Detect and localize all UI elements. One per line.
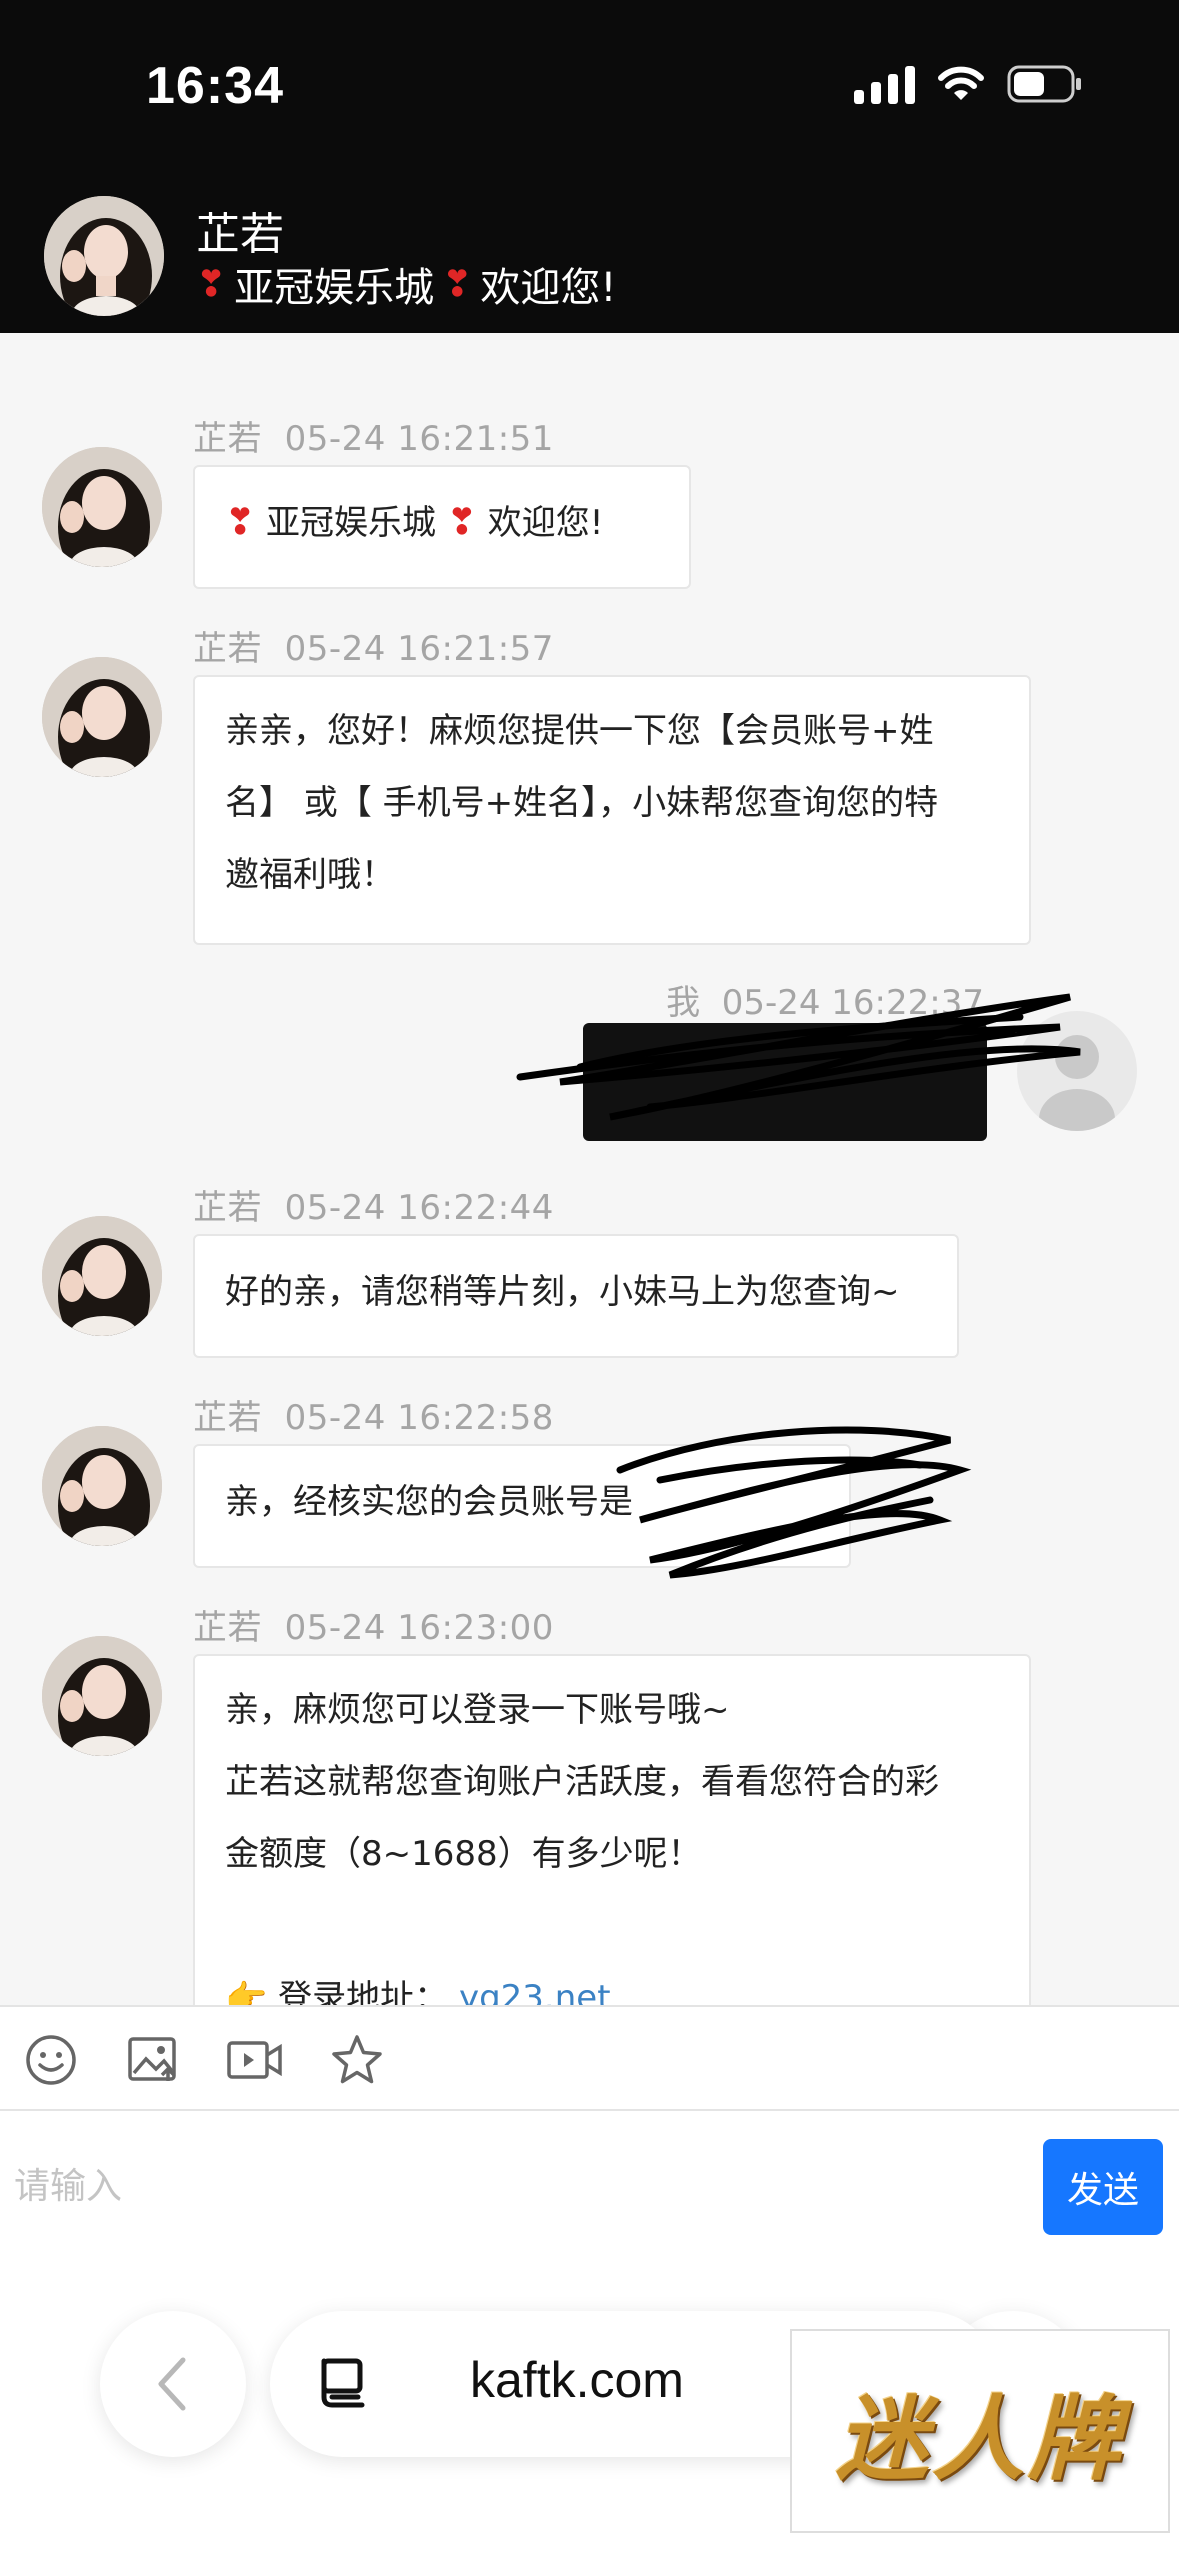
message-sender: 芷若 — [193, 1608, 262, 1648]
user-avatar — [1017, 1011, 1137, 1131]
message-line: 亲，麻烦您可以登录一下账号哦~ — [225, 1690, 730, 1730]
heart-exclamation-icon: ❣ — [225, 502, 256, 543]
message-text: 亚冠娱乐城 — [265, 503, 436, 543]
star-icon[interactable] — [328, 2031, 386, 2089]
message-meta: 芷若 05-24 16:21:57 — [193, 621, 554, 670]
back-button[interactable] — [100, 2311, 246, 2457]
message-line: 邀福利哦！ — [225, 855, 395, 895]
chat-header: 16:34 芷若 ❣ 亚冠娱乐城 ❣ 欢迎您! — [0, 0, 1179, 333]
message-meta: 我 05-24 16:22:37 — [666, 975, 984, 1024]
url-text: kaftk.com — [470, 2352, 684, 2408]
heart-exclamation-icon: ❣ — [196, 263, 227, 305]
chevron-left-icon — [158, 2357, 186, 2411]
agent-avatar — [42, 657, 162, 777]
message-text: 欢迎您! — [487, 503, 604, 543]
emoji-icon[interactable] — [22, 2031, 80, 2089]
message-text: 亲，经核实您的会员账号是 — [225, 1482, 633, 1522]
message-list[interactable]: 芷若 05-24 16:21:51 ❣ 亚冠娱乐城 ❣ 欢迎您! 芷若 05-2… — [0, 333, 1179, 2005]
pointing-hand-icon: 👉 — [225, 1978, 268, 2005]
message-time: 05-24 16:23:00 — [284, 1608, 554, 1648]
wifi-icon — [937, 64, 985, 104]
message-line: 芷若这就帮您查询账户活跃度，看看您符合的彩 — [225, 1762, 939, 1802]
message-sender: 芷若 — [193, 1188, 262, 1228]
watermark-logo: 迷人牌 — [790, 2329, 1170, 2533]
cellular-signal-icon — [854, 64, 915, 104]
watermark-text: 迷人牌 — [835, 2384, 1124, 2493]
message-sender: 芷若 — [193, 629, 262, 669]
message-bubble: 亲，麻烦您可以登录一下账号哦~ 芷若这就帮您查询账户活跃度，看看您符合的彩 金额… — [193, 1654, 1031, 2005]
message-line: 金额度（8~1688）有多少呢！ — [225, 1834, 702, 1874]
message-sender: 芷若 — [193, 1398, 262, 1438]
message-bubble: 好的亲，请您稍等片刻，小妹马上为您查询~ — [193, 1234, 959, 1358]
message-bubble: ❣ 亚冠娱乐城 ❣ 欢迎您! — [193, 465, 691, 589]
battery-icon — [1007, 64, 1083, 104]
message-input[interactable] — [14, 2151, 994, 2221]
message-meta: 芷若 05-24 16:21:51 — [193, 411, 554, 460]
message-line: 亲亲，您好！麻烦您提供一下您【会员账号+姓 — [225, 711, 934, 751]
composer-toolbar — [0, 2005, 1179, 2111]
message-sender: 芷若 — [193, 419, 262, 459]
message-time: 05-24 16:21:57 — [284, 629, 554, 669]
message-time: 05-24 16:22:44 — [284, 1188, 554, 1228]
message-time: 05-24 16:22:58 — [284, 1398, 554, 1438]
subtitle-text: 亚冠娱乐城 — [234, 265, 435, 311]
composer: 发送 — [0, 2111, 1179, 2261]
status-time: 16:34 — [146, 57, 284, 115]
status-icons — [854, 62, 1083, 106]
message-meta: 芷若 05-24 16:22:44 — [193, 1180, 554, 1229]
login-link[interactable]: yg23.net — [459, 1978, 611, 2005]
image-upload-icon[interactable] — [124, 2031, 182, 2089]
chat-screen: 16:34 芷若 ❣ 亚冠娱乐城 ❣ 欢迎您! 芷若 05-24 16:21:5… — [0, 0, 1179, 2556]
login-link-label: 登录地址： — [278, 1978, 449, 2005]
my-message-bubble-redacted — [583, 1023, 987, 1141]
message-time: 05-24 16:22:37 — [721, 983, 984, 1023]
login-link-line: 👉 登录地址： yg23.net — [225, 1962, 999, 2005]
message-sender: 我 — [666, 983, 701, 1023]
agent-avatar — [42, 1216, 162, 1336]
message-text: 好的亲，请您稍等片刻，小妹马上为您查询~ — [225, 1272, 900, 1312]
agent-name: 芷若 — [196, 209, 284, 260]
heart-exclamation-icon: ❣ — [446, 502, 477, 543]
subtitle-suffix: 欢迎您! — [480, 265, 617, 311]
message-meta: 芷若 05-24 16:22:58 — [193, 1390, 554, 1439]
heart-exclamation-icon: ❣ — [442, 263, 473, 305]
agent-avatar — [42, 447, 162, 567]
message-bubble: 亲，经核实您的会员账号是 — [193, 1444, 851, 1568]
message-line: 名】 或【 手机号+姓名】，小妹帮您查询您的特 — [225, 783, 939, 823]
message-bubble: 亲亲，您好！麻烦您提供一下您【会员账号+姓 名】 或【 手机号+姓名】，小妹帮您… — [193, 675, 1031, 945]
send-button[interactable]: 发送 — [1043, 2139, 1163, 2235]
message-meta: 芷若 05-24 16:23:00 — [193, 1600, 554, 1649]
page-menu-icon — [321, 2358, 365, 2408]
message-time: 05-24 16:21:51 — [284, 419, 554, 459]
agent-subtitle: ❣ 亚冠娱乐城 ❣ 欢迎您! — [196, 255, 616, 313]
agent-avatar — [42, 1636, 162, 1756]
agent-avatar — [44, 196, 164, 316]
agent-avatar — [42, 1426, 162, 1546]
video-icon[interactable] — [226, 2031, 284, 2089]
